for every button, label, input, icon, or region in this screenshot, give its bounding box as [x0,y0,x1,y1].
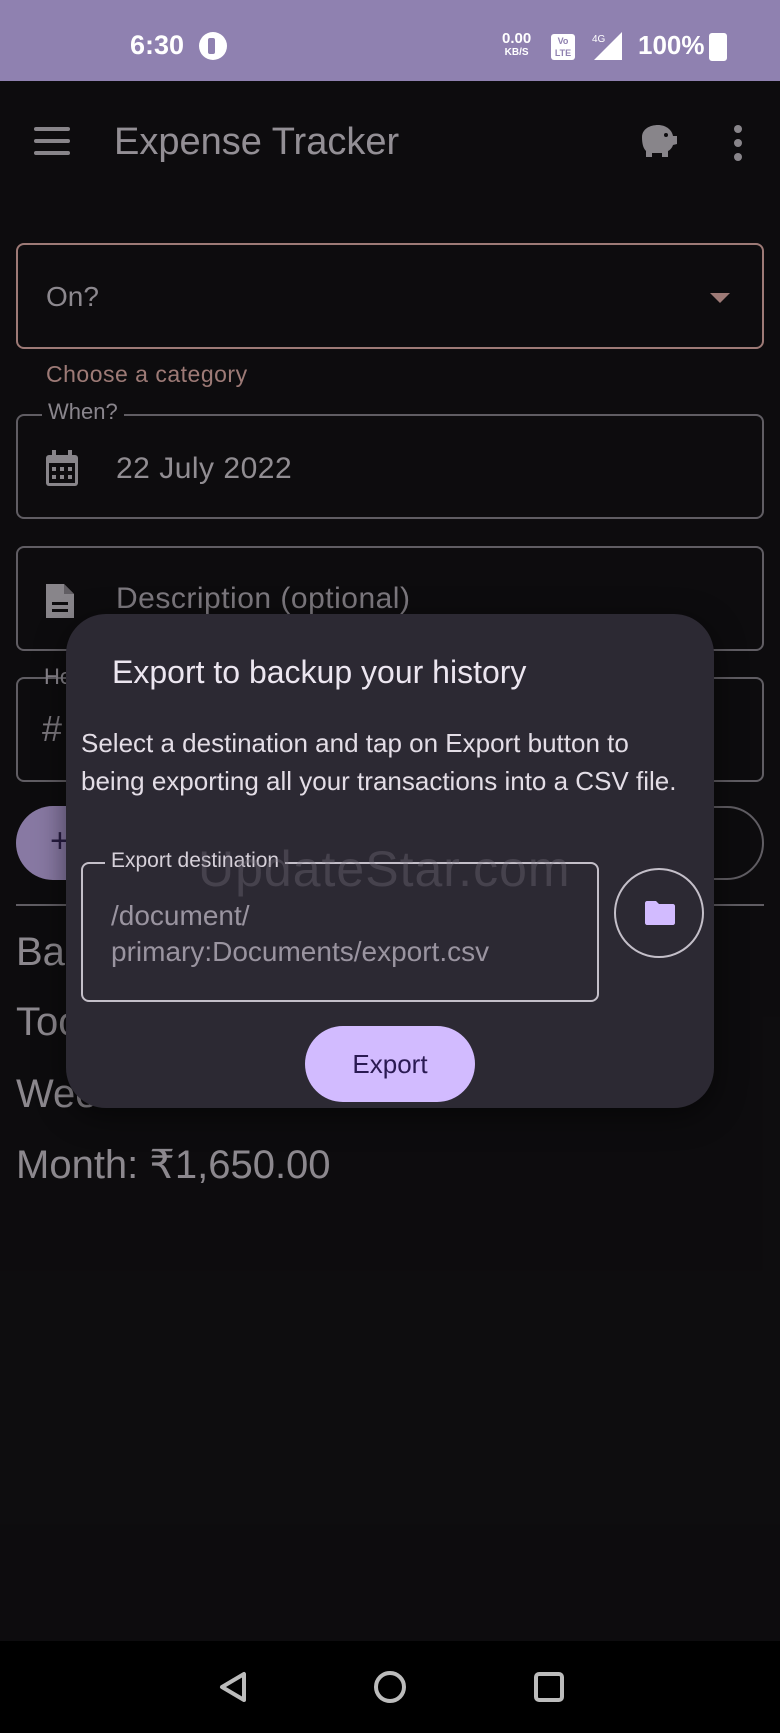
network-speed-unit: KB/S [504,47,529,58]
dialog-body: Select a destination and tap on Export b… [81,728,677,796]
export-destination-value: /document/ primary:Documents/export.csv [111,900,490,967]
system-nav-bar [0,1641,780,1733]
status-bar: 6:30 0.00 KB/S Vo LTE 4G 100% [0,0,780,81]
signal-icon: 4G [592,32,622,60]
battery-percent: 100% [638,30,705,60]
dialog-title: Export to backup your history [112,654,527,690]
svg-text:4G: 4G [592,34,606,45]
app-notification-icon [199,32,227,60]
network-speed-value: 0.00 [502,30,532,47]
watermark: UpdateStar.com [198,841,571,897]
back-icon[interactable] [218,1671,248,1703]
recents-icon[interactable] [534,1672,564,1702]
battery-charging-icon [709,33,727,61]
folder-picker-button[interactable] [614,868,704,958]
volte-icon: Vo LTE [551,34,575,60]
home-icon[interactable] [374,1671,406,1703]
export-button[interactable]: Export [305,1026,475,1102]
status-time: 6:30 [130,30,185,60]
network-speed: 0.00 KB/S [502,30,532,60]
folder-icon [645,901,675,925]
